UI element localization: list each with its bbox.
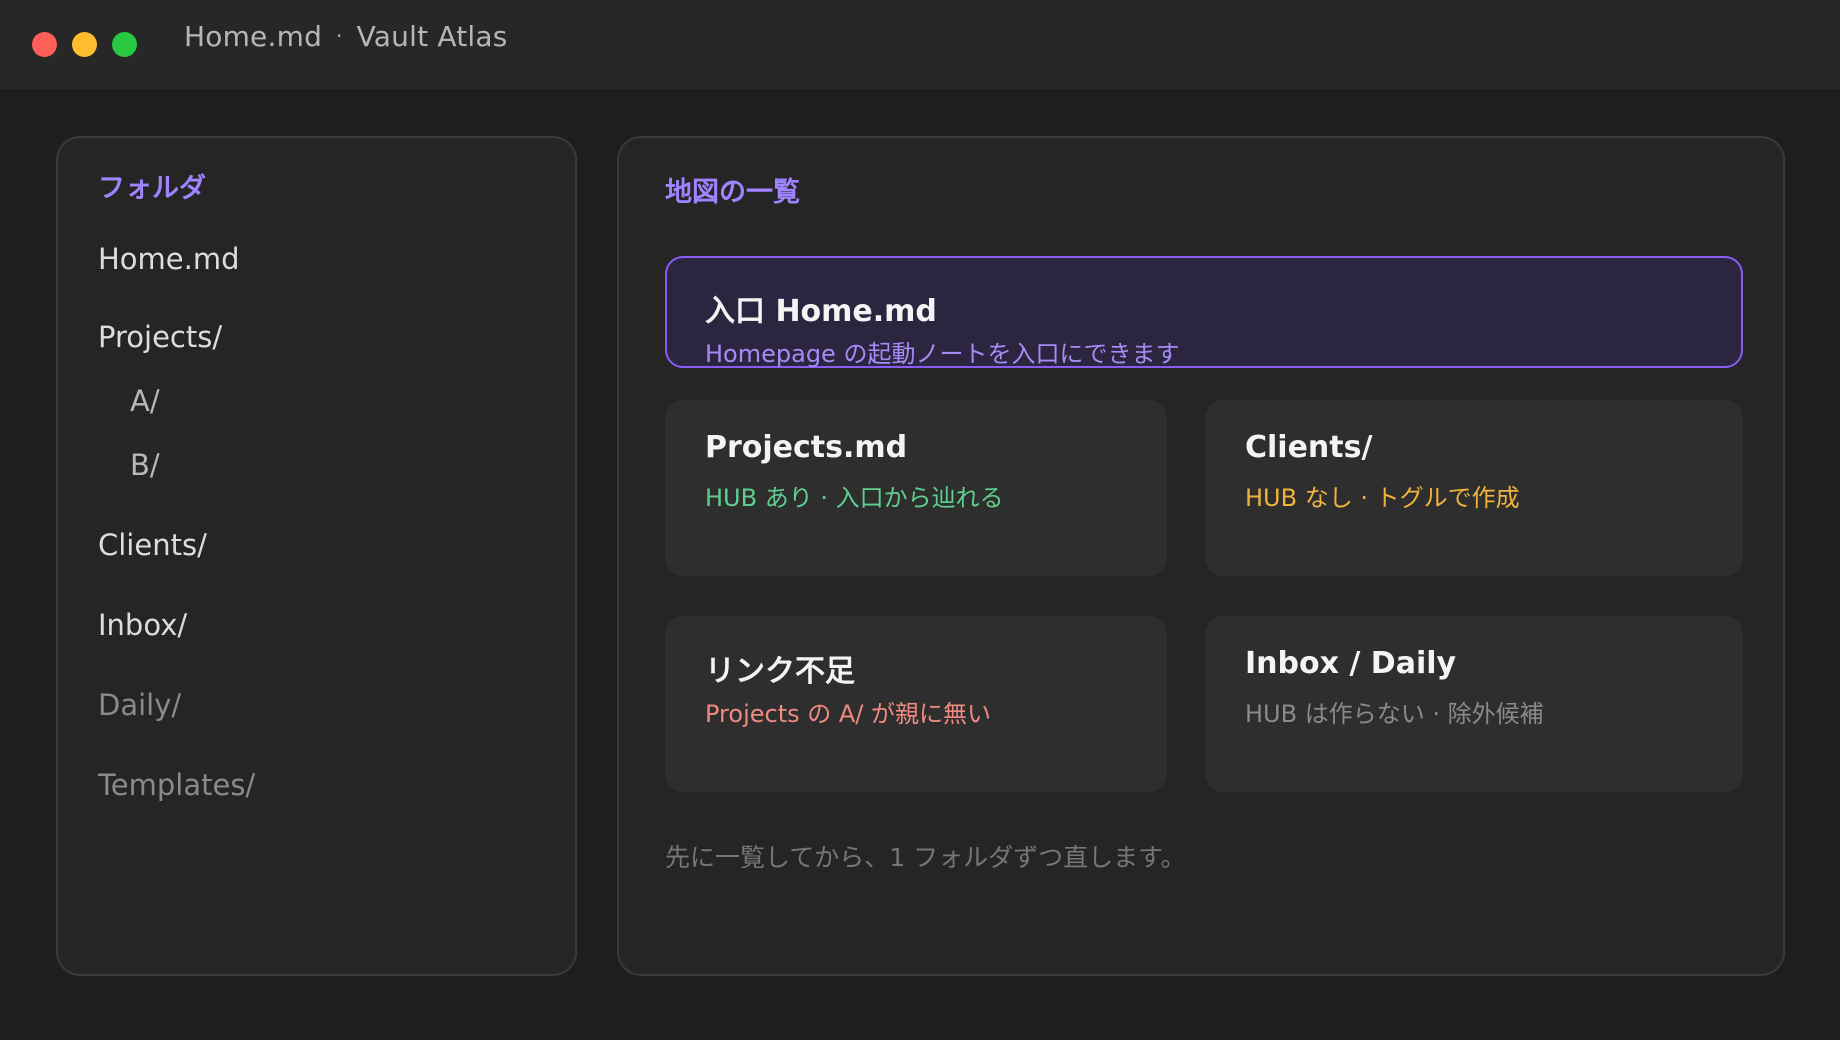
map-card-title: リンク不足 [705, 654, 855, 689]
title-bar: Home.md · Vault Atlas [0, 0, 1840, 89]
map-card-title: Projects.md [705, 430, 908, 465]
sidebar-item-inbox[interactable]: Inbox/ [98, 608, 187, 642]
map-card-title: Clients/ [1245, 430, 1373, 465]
sidebar-item-projects-b[interactable]: B/ [130, 448, 160, 482]
window-title-filename: Home.md [184, 20, 323, 53]
map-card-status-error: Projects の A/ が親に無い [705, 700, 992, 728]
window-title-vault: Vault Atlas [356, 20, 508, 53]
map-card-status-warning: HUB なし · トグルで作成 [1245, 484, 1520, 512]
minimize-window-button[interactable] [72, 32, 97, 57]
sidebar-item-templates[interactable]: Templates/ [98, 768, 255, 802]
maximize-window-button[interactable] [112, 32, 137, 57]
map-overview-panel: 地図の一覧 入口 Home.md Homepage の起動ノートを入口にできます… [617, 136, 1785, 976]
entry-card-title: 入口 Home.md [705, 294, 937, 329]
close-window-button[interactable] [32, 32, 57, 57]
sidebar-item-home[interactable]: Home.md [98, 242, 240, 276]
entry-card-subtitle: Homepage の起動ノートを入口にできます [705, 340, 1180, 368]
folder-sidebar: フォルダ Home.md Projects/ A/ B/ Clients/ In… [56, 136, 577, 976]
map-card-clients[interactable]: Clients/ HUB なし · トグルで作成 [1205, 400, 1743, 576]
window-title-separator: · [336, 24, 343, 48]
map-card-status-neutral: HUB は作らない · 除外候補 [1245, 700, 1544, 728]
sidebar-item-projects-a[interactable]: A/ [130, 384, 160, 418]
map-card-status-ok: HUB あり · 入口から辿れる [705, 484, 1004, 512]
main-heading: 地図の一覧 [665, 177, 800, 208]
entry-card[interactable]: 入口 Home.md Homepage の起動ノートを入口にできます [665, 256, 1743, 368]
app-window: Home.md · Vault Atlas フォルダ Home.md Project… [0, 0, 1840, 1040]
sidebar-item-daily[interactable]: Daily/ [98, 688, 181, 722]
sidebar-item-clients[interactable]: Clients/ [98, 528, 207, 562]
map-card-inbox-daily[interactable]: Inbox / Daily HUB は作らない · 除外候補 [1205, 616, 1743, 792]
sidebar-heading: フォルダ [98, 173, 206, 204]
map-card-title: Inbox / Daily [1245, 646, 1457, 681]
map-card-missing-links[interactable]: リンク不足 Projects の A/ が親に無い [665, 616, 1167, 792]
footer-note: 先に一覧してから、1 フォルダずつ直します。 [665, 843, 1186, 872]
map-card-projects[interactable]: Projects.md HUB あり · 入口から辿れる [665, 400, 1167, 576]
window-title: Home.md · Vault Atlas [184, 20, 508, 53]
sidebar-item-projects[interactable]: Projects/ [98, 320, 222, 354]
